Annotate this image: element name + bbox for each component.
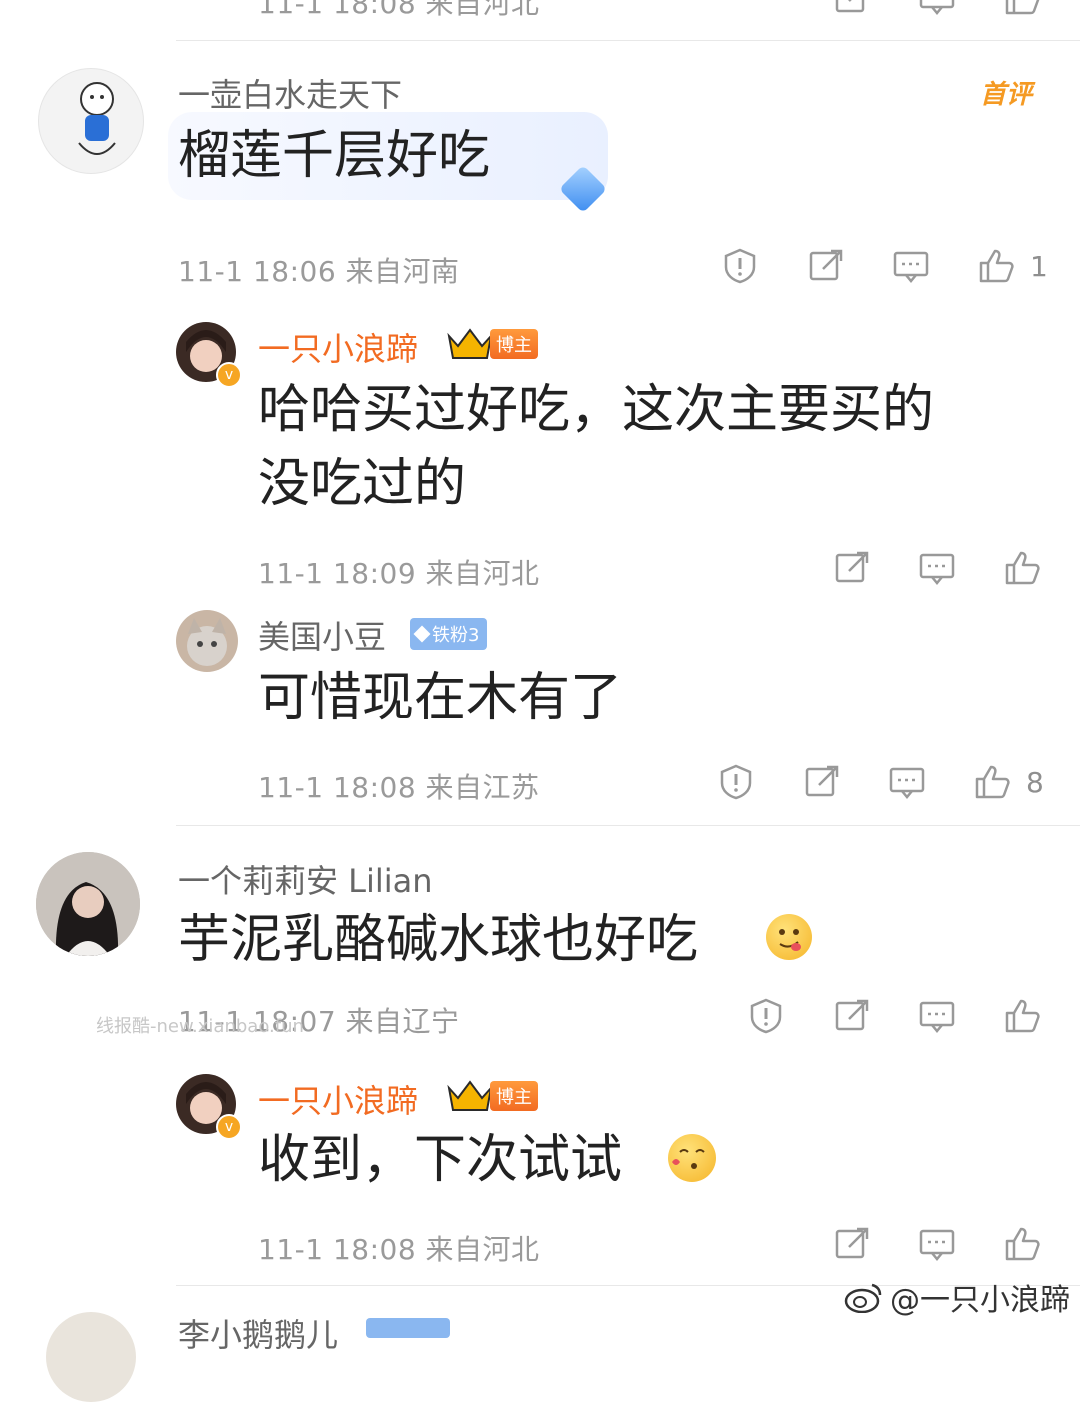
comment-text: 芋泥乳酪碱水球也好吃 [178,910,699,970]
reply-icon[interactable] [887,762,927,802]
crown-icon [447,328,493,359]
yummy-emoji-icon [766,914,812,960]
share-icon[interactable] [832,996,872,1036]
blogger-badge: 博主 [446,326,538,362]
comment-meta: 11-1 18:09 来自河北 [258,557,540,590]
username[interactable]: 美国小豆 [258,612,386,658]
report-icon[interactable] [720,246,760,286]
report-icon[interactable] [746,996,786,1036]
first-comment-badge: 首评 [980,80,1033,110]
fan-badge: 铁粉3 [410,618,488,650]
like-icon[interactable] [1002,0,1042,18]
kiss-emoji-icon [668,1134,716,1182]
comment-text: 哈哈买过好吃，这次主要买的 [258,380,935,440]
blogger-tag: 博主 [490,329,538,359]
verified-icon: v [216,362,242,388]
comment-meta: 11-1 18:08 来自河北 [258,1233,540,1266]
blogger-badge: 博主 [446,1078,538,1114]
reply-icon[interactable] [917,0,957,18]
comment-text: 榴莲千层好吃 [178,126,491,186]
comment-meta: 11-1 18:06 来自河南 [178,255,460,288]
divider [176,40,1080,41]
fan-badge [366,1318,450,1338]
avatar[interactable] [38,68,144,174]
divider [176,825,1080,826]
report-icon[interactable] [716,762,756,802]
comment-meta: 11-1 18:08 来自河北 [258,0,540,20]
share-icon[interactable] [806,246,846,286]
username[interactable]: 一壶白水走天下 [178,70,402,116]
username[interactable]: 李小鹅鹅儿 [178,1310,338,1356]
blogger-tag: 博主 [490,1081,538,1111]
like-icon[interactable] [1002,996,1042,1036]
comment-text: 可惜现在木有了 [258,668,623,728]
verified-icon: v [216,1114,242,1140]
weibo-watermark: @一只小浪蹄 [844,1275,1070,1319]
fan-badge-label: 铁粉3 [432,625,480,646]
comment-text: 收到，下次试试 [258,1130,623,1190]
comment-text: 没吃过的 [258,454,467,514]
username[interactable]: 一个莉莉安 Lilian [178,856,433,902]
reply-icon[interactable] [917,1224,957,1264]
like-icon[interactable] [1002,1224,1042,1264]
reply-icon[interactable] [917,996,957,1036]
share-icon[interactable] [802,762,842,802]
avatar[interactable] [46,1312,136,1402]
like-count: 1 [1030,250,1048,283]
avatar[interactable] [176,610,238,672]
avatar[interactable] [36,852,140,956]
reply-icon[interactable] [917,548,957,588]
weibo-handle: @一只小浪蹄 [890,1283,1070,1318]
reply-icon[interactable] [891,246,931,286]
like-count: 8 [1026,766,1044,799]
weibo-icon [844,1283,882,1313]
share-icon[interactable] [832,548,872,588]
like-icon[interactable] [976,246,1016,286]
watermark: 线报酷-new.xianbao.fun [96,1016,304,1037]
share-icon[interactable] [832,0,872,18]
diamond-icon [413,625,431,643]
like-icon[interactable] [972,762,1012,802]
username[interactable]: 一只小浪蹄 [258,1076,418,1122]
share-icon[interactable] [832,1224,872,1264]
comment-meta: 11-1 18:08 来自江苏 [258,771,540,804]
like-icon[interactable] [1002,548,1042,588]
username[interactable]: 一只小浪蹄 [258,324,418,370]
crown-icon [447,1080,493,1111]
